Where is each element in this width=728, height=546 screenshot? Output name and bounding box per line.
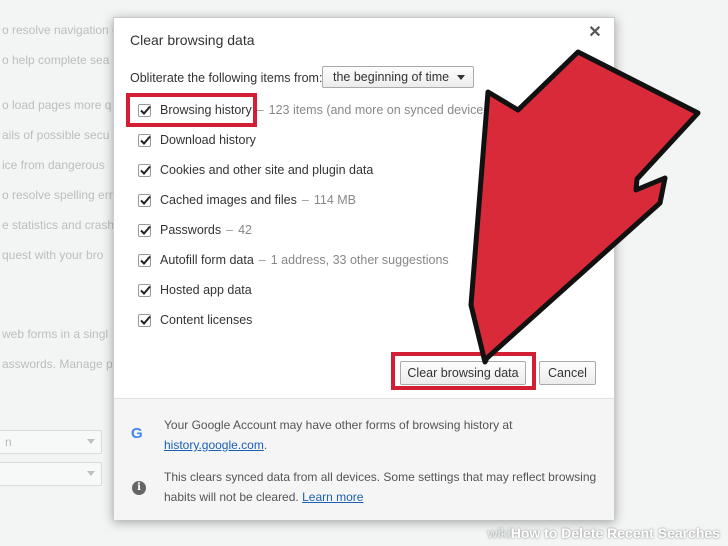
wikihow-watermark: wikiHow to Delete Recent Searches	[487, 525, 720, 541]
watermark-wiki: wiki	[487, 525, 511, 541]
red-arrow-icon	[468, 49, 701, 365]
watermark-title: How to Delete Recent Searches	[510, 525, 720, 541]
arrow-shape	[468, 49, 701, 365]
